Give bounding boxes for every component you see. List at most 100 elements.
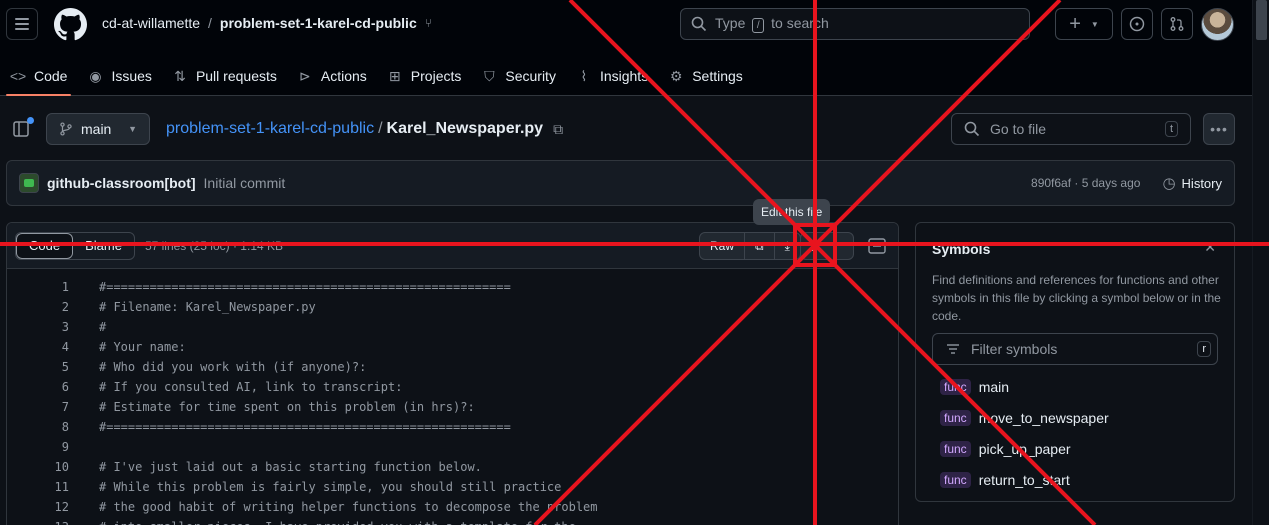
tab-issues-label: Issues [111,68,152,84]
branch-selector[interactable]: main ▼ [46,113,150,145]
raw-button[interactable]: Raw [700,233,746,259]
tab-projects-label: Projects [410,68,462,84]
go-to-file-placeholder: Go to file [990,121,1047,137]
tab-projects[interactable]: ⊞ Projects [377,56,472,96]
download-button[interactable]: ⤓ [775,233,800,259]
history-label: History [1181,175,1222,191]
line-number[interactable]: 4 [7,340,69,354]
code-icon: <> [9,68,27,84]
scrollbar-thumb[interactable] [1256,0,1267,40]
symbol-item-pick-up-paper[interactable]: func pick_up_paper [932,433,1218,464]
code-lines[interactable]: 1 #======================================… [7,269,898,525]
line-number[interactable]: 1 [7,280,69,294]
symbol-name: pick_up_paper [978,440,1071,457]
code-line[interactable]: 5 # Who did you work with (if anyone)?: [7,357,898,377]
line-content: # If you consulted AI, link to transcrip… [99,380,403,394]
tab-actions[interactable]: ⊳ Actions [287,56,377,96]
code-line[interactable]: 9 [7,437,898,457]
bot-avatar[interactable] [19,173,39,193]
history-button[interactable]: ◷ History [1162,174,1222,192]
code-line[interactable]: 3 # [7,317,898,337]
line-number[interactable]: 7 [7,400,69,414]
breadcrumb-repo-link[interactable]: problem-set-1-karel-cd-public [166,120,374,138]
code-line[interactable]: 4 # Your name: [7,337,898,357]
line-number[interactable]: 6 [7,380,69,394]
pull-request-icon: ⇅ [174,67,186,84]
line-number[interactable]: 10 [7,460,69,474]
view-toggle: Code Blame [15,231,135,260]
file-name: Karel_Newspaper.py [386,120,544,137]
line-number[interactable]: 12 [7,500,69,514]
func-badge: func [940,378,971,395]
line-number[interactable]: 8 [7,420,69,434]
code-line[interactable]: 8 #======================================… [7,417,898,437]
line-number[interactable]: 5 [7,360,69,374]
symbol-item-return-to-start[interactable]: func return_to_start [932,464,1218,495]
line-number[interactable]: 2 [7,300,69,314]
menu-button[interactable] [6,8,38,40]
commit-author[interactable]: github-classroom[bot] [47,175,196,191]
repo-name-link[interactable]: problem-set-1-karel-cd-public [220,15,417,31]
page-scrollbar[interactable] [1252,0,1269,525]
code-line[interactable]: 7 # Estimate for time spent on this probl… [7,397,898,417]
github-logo-icon[interactable] [54,8,87,41]
code-line[interactable]: 10 # I've just laid out a basic starting … [7,457,898,477]
issue-icon: ◉ [89,67,102,84]
go-to-file-input[interactable]: Go to file t [951,113,1191,145]
issue-opened-icon [1129,16,1145,32]
symbols-panel-toggle[interactable] [864,232,890,260]
more-options-button[interactable]: ••• [1203,113,1235,145]
tab-blame-view[interactable]: Blame [73,233,134,259]
tab-pull-requests[interactable]: ⇅ Pull requests [162,56,287,96]
close-icon[interactable]: ✕ [1204,239,1216,256]
repo-nav: <> Code ◉ Issues ⇅ Pull requests ⊳ Actio… [0,56,753,96]
filter-symbols-placeholder: Filter symbols [971,341,1058,357]
table-icon: ⊞ [388,67,401,84]
breadcrumb-separator: / [208,15,212,31]
copy-raw-button[interactable]: ⧉ [745,233,775,259]
code-line[interactable]: 6 # If you consulted AI, link to transcri… [7,377,898,397]
code-line[interactable]: 2 # Filename: Karel_Newspaper.py [7,297,898,317]
tab-settings[interactable]: ⚙ Settings [658,56,753,96]
gear-icon: ⚙ [669,67,683,84]
filter-symbols-input[interactable]: Filter symbols r [932,333,1218,365]
line-number[interactable]: 9 [7,440,69,454]
file-tree-toggle-button[interactable] [12,117,34,139]
repo-breadcrumb: cd-at-willamette / problem-set-1-karel-c… [102,15,432,31]
tab-code[interactable]: <> Code [0,56,77,96]
global-search-input[interactable]: Type / to search [680,8,1030,40]
tab-insights[interactable]: ⌇ Insights [566,56,658,96]
repo-owner-link[interactable]: cd-at-willamette [102,15,200,31]
line-number[interactable]: 13 [7,520,69,525]
search-icon [691,16,707,32]
tab-issues[interactable]: ◉ Issues [77,56,161,96]
code-viewer: Code Blame 57 lines (25 loc) · 1.14 KB R… [6,222,899,525]
tab-security[interactable]: ⛉ Security [471,56,566,96]
symbol-item-move-to-newspaper[interactable]: func move_to_newspaper [932,402,1218,433]
user-avatar[interactable] [1201,8,1234,41]
copy-path-icon[interactable]: ⧉ [553,121,563,138]
code-line[interactable]: 12 # the good habit of writing helper fun… [7,497,898,517]
pull-requests-button[interactable] [1161,8,1193,40]
line-number[interactable]: 3 [7,320,69,334]
code-line[interactable]: 1 #======================================… [7,277,898,297]
line-number[interactable]: 11 [7,480,69,494]
create-new-button[interactable]: + ▼ [1055,8,1113,40]
code-square-icon [868,238,886,254]
symbol-item-main[interactable]: func main [932,371,1218,402]
tab-security-label: Security [505,68,556,84]
caret-down-icon: ▼ [128,124,137,134]
search-placeholder-suffix: to search [771,15,829,31]
tab-code-view[interactable]: Code [16,232,74,259]
symbol-name: return_to_start [978,471,1070,488]
commit-message[interactable]: Initial commit [204,175,286,191]
issues-button[interactable] [1121,8,1153,40]
pencil-icon [811,239,823,251]
commit-meta[interactable]: 890f6af · 5 days ago [1031,176,1140,190]
edit-file-button[interactable] [800,232,854,260]
code-toolbar: Code Blame 57 lines (25 loc) · 1.14 KB R… [7,223,898,269]
tab-insights-label: Insights [599,68,649,84]
code-line[interactable]: 11 # While this problem is fairly simple,… [7,477,898,497]
latest-commit-bar: github-classroom[bot] Initial commit 890… [6,160,1235,206]
code-line[interactable]: 13# into smaller pieces. I have provided… [7,517,898,525]
